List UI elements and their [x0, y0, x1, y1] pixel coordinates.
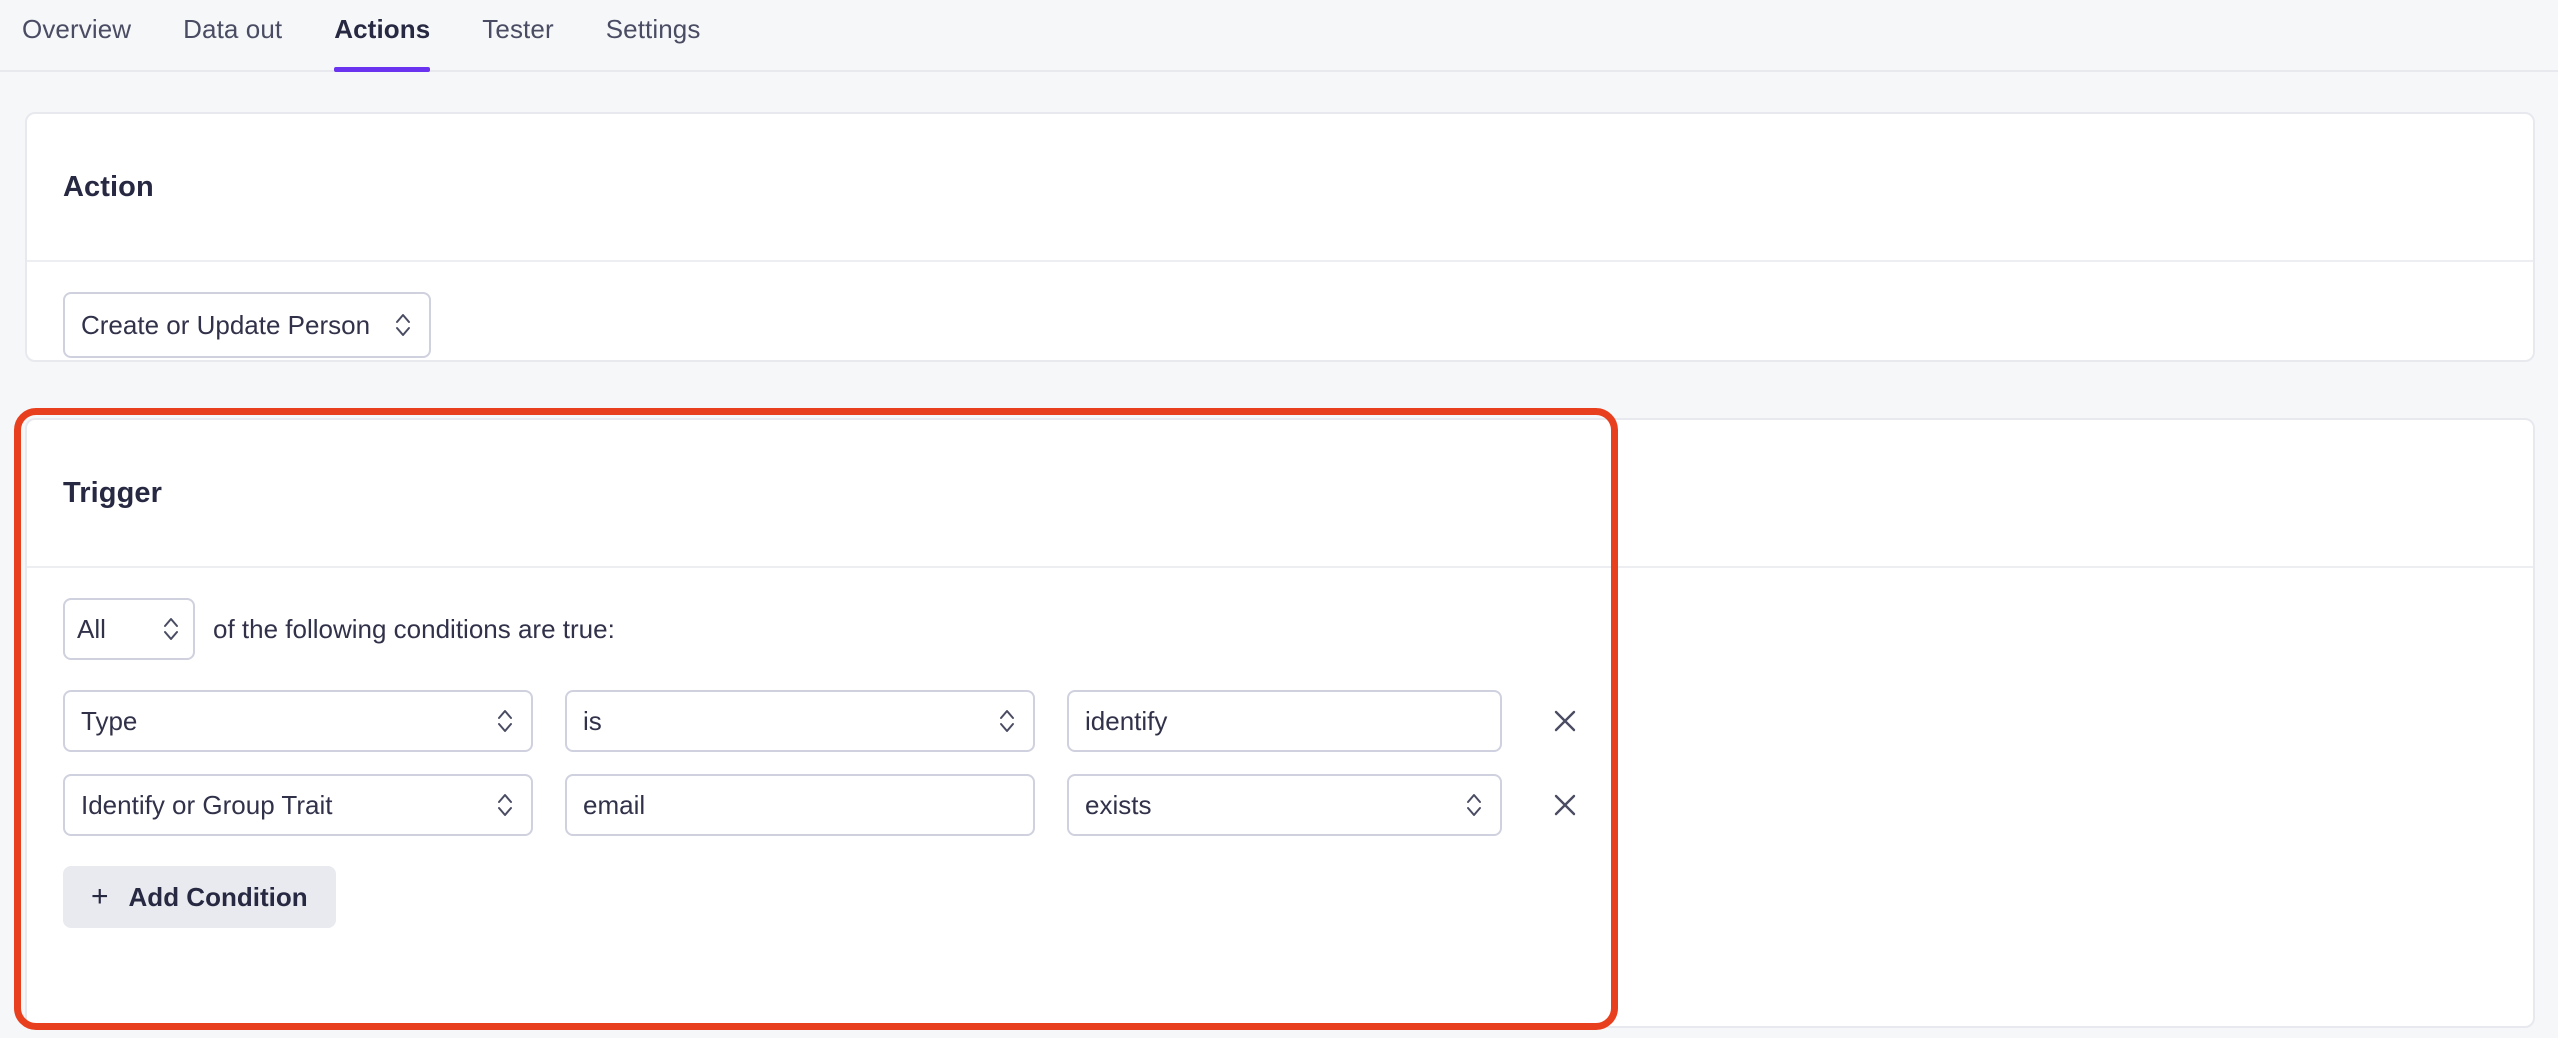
- action-type-select-value: Create or Update Person: [81, 310, 381, 341]
- condition-2-operator-select[interactable]: exists: [1067, 774, 1502, 836]
- chevron-updown-icon: [161, 614, 181, 644]
- trigger-card-body: All of the following conditions are true…: [27, 568, 2533, 962]
- tab-tester-label: Tester: [482, 16, 553, 42]
- tab-overview[interactable]: Overview: [22, 0, 131, 72]
- condition-1-value-input[interactable]: identify: [1067, 690, 1502, 752]
- tab-tester[interactable]: Tester: [482, 0, 553, 72]
- condition-match-text: of the following conditions are true:: [213, 614, 615, 645]
- chevron-updown-icon: [393, 310, 413, 340]
- condition-1-remove-button[interactable]: [1534, 690, 1596, 752]
- close-icon: [1550, 790, 1580, 820]
- condition-match-row: All of the following conditions are true…: [63, 598, 2497, 660]
- chevron-updown-icon: [997, 706, 1017, 736]
- condition-1-operator-select[interactable]: is: [565, 690, 1035, 752]
- action-card-header: Action: [27, 114, 2533, 262]
- tab-actions[interactable]: Actions: [334, 0, 430, 72]
- condition-2-field-select[interactable]: Identify or Group Trait: [63, 774, 533, 836]
- trigger-card-header: Trigger: [27, 420, 2533, 568]
- condition-1-operator-value: is: [583, 706, 985, 737]
- tab-settings[interactable]: Settings: [606, 0, 701, 72]
- chevron-updown-icon: [1464, 790, 1484, 820]
- plus-icon: +: [91, 882, 109, 912]
- chevron-updown-icon: [495, 706, 515, 736]
- condition-2-remove-button[interactable]: [1534, 774, 1596, 836]
- tab-bar: Overview Data out Actions Tester Setting…: [0, 0, 2558, 72]
- condition-match-select[interactable]: All: [63, 598, 195, 660]
- close-icon: [1550, 706, 1580, 736]
- condition-1-field-value: Type: [81, 706, 483, 737]
- condition-match-select-value: All: [77, 614, 149, 645]
- tab-data-out-label: Data out: [183, 16, 282, 42]
- tab-data-out[interactable]: Data out: [183, 0, 282, 72]
- condition-row: Identify or Group Trait email exists: [63, 774, 2497, 836]
- action-card-body: Create or Update Person: [27, 262, 2533, 392]
- condition-row: Type is id: [63, 690, 2497, 752]
- trigger-card-title: Trigger: [63, 477, 162, 510]
- condition-2-trait-text: email: [583, 790, 1017, 821]
- add-condition-label: Add Condition: [129, 882, 308, 913]
- condition-2-operator-value: exists: [1085, 790, 1452, 821]
- action-card: Action Create or Update Person: [25, 112, 2535, 362]
- tab-overview-label: Overview: [22, 16, 131, 42]
- condition-1-field-select[interactable]: Type: [63, 690, 533, 752]
- condition-2-trait-input[interactable]: email: [565, 774, 1035, 836]
- condition-2-field-value: Identify or Group Trait: [81, 790, 483, 821]
- add-condition-button[interactable]: + Add Condition: [63, 866, 336, 928]
- condition-1-value-text: identify: [1085, 706, 1484, 737]
- chevron-updown-icon: [495, 790, 515, 820]
- tab-settings-label: Settings: [606, 16, 701, 42]
- tab-actions-label: Actions: [334, 16, 430, 42]
- action-card-title: Action: [63, 171, 154, 204]
- action-type-select[interactable]: Create or Update Person: [63, 292, 431, 358]
- trigger-card: Trigger All of the following conditions …: [25, 418, 2535, 1028]
